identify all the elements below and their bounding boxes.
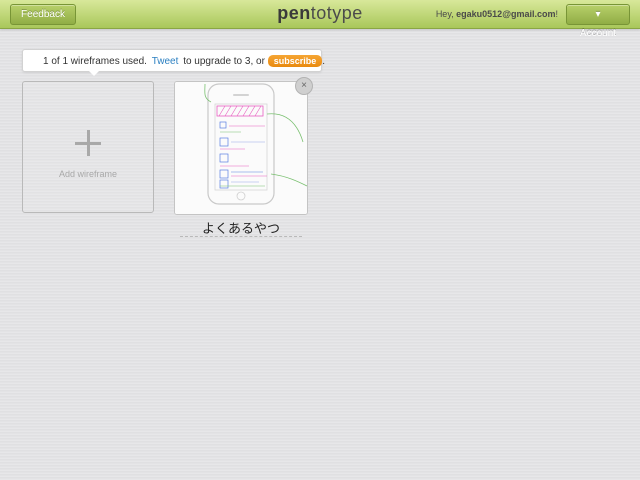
plus-icon: [75, 130, 101, 156]
logo-text-light: totype: [310, 3, 363, 23]
wireframe-title[interactable]: よくあるやつ: [182, 218, 300, 237]
greeting-suffix: !: [555, 9, 558, 19]
notice-pointer: [89, 71, 99, 76]
title-dashed-underline: [180, 236, 302, 237]
notice-text-usage: 1 of 1 wireframes used.: [43, 56, 147, 67]
wireframe-thumbnail[interactable]: [174, 81, 308, 215]
user-greeting: Hey, egaku0512@gmail.com!: [436, 9, 558, 19]
logo-text-bold: pen: [277, 3, 311, 23]
notice-text-upgrade: to upgrade to 3, or: [183, 56, 265, 67]
subscribe-button[interactable]: subscribe: [267, 55, 323, 68]
wireframe-sketch-image: [175, 82, 307, 214]
tweet-link[interactable]: Tweet: [152, 56, 179, 67]
delete-wireframe-close-icon[interactable]: ×: [295, 77, 313, 95]
notice-text-period: .: [322, 56, 326, 67]
top-bar: Feedback pentotype Hey, egaku0512@gmail.…: [0, 0, 640, 39]
add-wireframe-label: Add wireframe: [58, 169, 118, 179]
usage-notice: 1 of 1 wireframes used. Tweet to upgrade…: [22, 49, 326, 72]
add-wireframe-card[interactable]: Add wireframe: [22, 81, 154, 213]
greeting-prefix: Hey,: [435, 9, 457, 19]
user-email: egaku0512@gmail.com: [456, 9, 556, 19]
account-menu-button[interactable]: ▾ Account: [566, 4, 630, 39]
